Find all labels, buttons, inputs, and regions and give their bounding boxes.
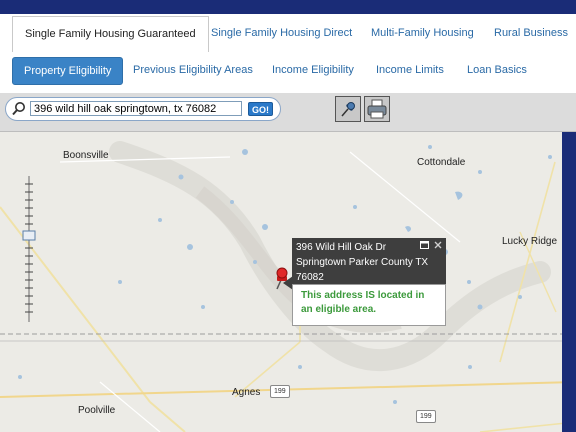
pushpin-icon	[341, 102, 355, 117]
program-tabs: Single Family Housing Guaranteed Single …	[0, 14, 576, 55]
page-right-border	[562, 132, 576, 432]
zoom-slider[interactable]	[22, 174, 36, 324]
route-199-shield-east: 199	[416, 410, 436, 423]
map-label-cottondale: Cottondale	[417, 157, 466, 168]
popup-address-line3: 76082	[296, 272, 324, 283]
printer-icon	[367, 99, 387, 119]
tab-single-family-direct[interactable]: Single Family Housing Direct	[211, 14, 352, 52]
print-button[interactable]	[364, 96, 390, 122]
address-search-input[interactable]	[30, 101, 242, 116]
eligibility-message-line1: This address IS located in	[301, 290, 425, 301]
maximize-icon[interactable]	[420, 241, 429, 249]
map-label-poolville: Poolville	[78, 405, 116, 416]
eligibility-map[interactable]: Boonsville Cottondale Lucky Ridge Agnes …	[0, 132, 576, 432]
tab-income-limits[interactable]: Income Limits	[376, 57, 444, 83]
tab-loan-basics[interactable]: Loan Basics	[467, 57, 527, 83]
tab-single-family-guaranteed[interactable]: Single Family Housing Guaranteed	[12, 16, 209, 55]
map-label-lucky-ridge: Lucky Ridge	[502, 236, 558, 247]
map-toolbar: GO!	[0, 93, 576, 132]
address-info-popup: 396 Wild Hill Oak Dr Springtown Parker C…	[283, 238, 446, 326]
close-icon[interactable]	[434, 241, 442, 249]
tab-rural-business[interactable]: Rural Business	[494, 14, 568, 52]
eligibility-tabs: Property Eligibility Previous Eligibilit…	[0, 52, 576, 93]
pushpin-tool-button[interactable]	[335, 96, 361, 122]
popup-address-line2: Springtown Parker County TX	[296, 257, 429, 268]
search-icon	[12, 102, 25, 116]
map-label-agnes: Agnes	[232, 387, 261, 398]
tab-multi-family-housing[interactable]: Multi-Family Housing	[371, 14, 474, 52]
address-search-box: GO!	[5, 97, 281, 121]
eligibility-message-line2: an eligible area.	[301, 304, 377, 315]
go-button[interactable]: GO!	[248, 102, 273, 116]
tab-previous-eligibility-areas[interactable]: Previous Eligibility Areas	[133, 57, 253, 83]
tab-income-eligibility[interactable]: Income Eligibility	[272, 57, 354, 83]
tab-property-eligibility[interactable]: Property Eligibility	[12, 57, 124, 85]
map-label-boonsville: Boonsville	[63, 150, 109, 161]
route-199-shield: 199	[270, 385, 290, 398]
eligibility-result: This address IS located in an eligible a…	[292, 284, 446, 326]
site-header-bar	[0, 0, 576, 14]
